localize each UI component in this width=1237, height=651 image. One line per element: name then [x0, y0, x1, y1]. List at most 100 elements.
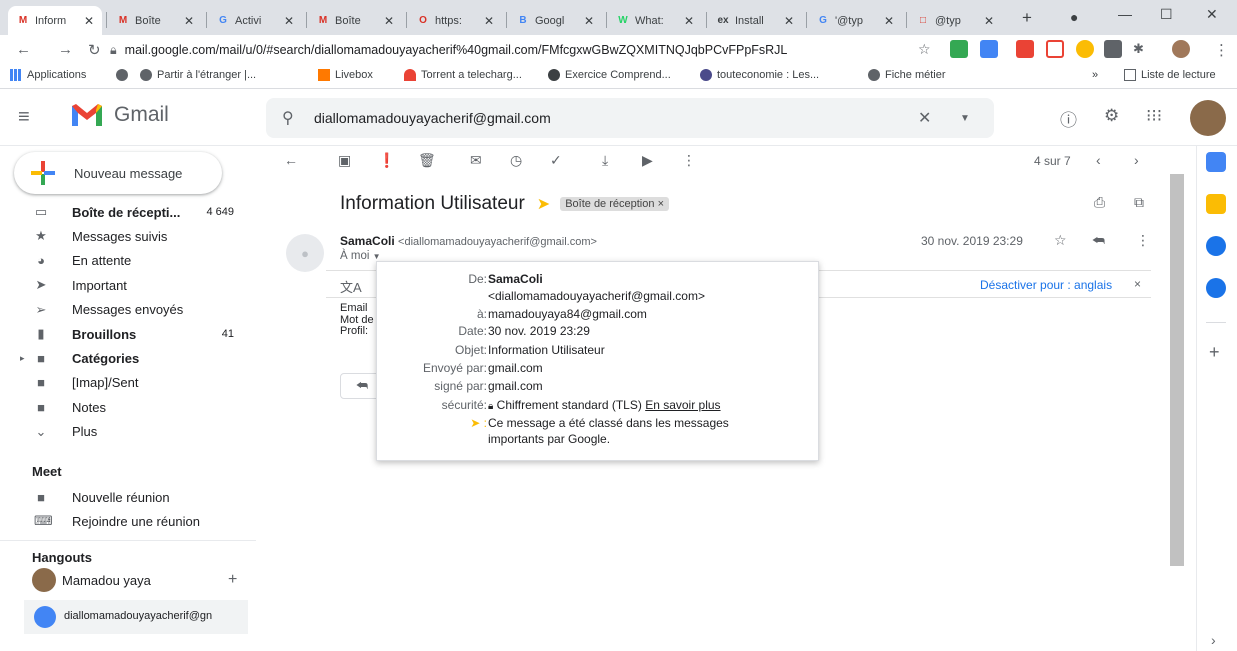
close-tab-icon[interactable]: ✕ — [184, 14, 194, 28]
sidebar-item[interactable]: ■ [Imap]/Sent — [0, 371, 256, 395]
browser-tab[interactable]: ex Install ✕ — [708, 6, 802, 35]
meet-new-meeting[interactable]: ■ Nouvelle réunion — [0, 485, 256, 509]
close-translate-icon[interactable]: × — [1134, 277, 1141, 291]
help-icon[interactable]: ⓘ — [1060, 106, 1077, 131]
sidebar-item[interactable]: ◕ En attente — [0, 249, 256, 273]
minimize-button[interactable]: — — [1118, 6, 1132, 22]
compose-button[interactable]: Nouveau message — [14, 152, 222, 194]
close-tab-icon[interactable]: ✕ — [84, 14, 94, 28]
reading-list-button[interactable]: Liste de lecture — [1124, 69, 1216, 81]
snooze-icon[interactable]: ◷ — [510, 152, 522, 169]
browser-tab[interactable]: M Inform ✕ — [8, 6, 102, 35]
search-options-icon[interactable]: ▼ — [960, 113, 970, 124]
browser-tab[interactable]: Ohttps: ✕ — [408, 6, 502, 35]
close-tab-icon[interactable]: ✕ — [484, 14, 494, 28]
bookmark-globe[interactable] — [116, 69, 133, 81]
bookmark-partir[interactable]: Partir à l'étranger |... — [140, 69, 256, 81]
back-to-list-icon[interactable]: ← — [284, 152, 298, 168]
labels-icon[interactable]: ▶ — [642, 152, 653, 169]
close-tab-icon[interactable]: ✕ — [884, 14, 894, 28]
scrollbar[interactable] — [1170, 174, 1184, 566]
extension-icon[interactable] — [1104, 40, 1122, 58]
bookmark-fiche-metier[interactable]: Fiche métier — [868, 69, 946, 81]
sidebar-item[interactable]: ▮ Brouillons 41 — [0, 322, 256, 346]
bookmarks-more-button[interactable]: » — [1092, 69, 1098, 81]
gmail-logo[interactable]: Gmail — [70, 102, 169, 128]
clear-search-icon[interactable]: ✕ — [918, 108, 931, 128]
sidebar-item[interactable]: ★ Messages suivis — [0, 224, 256, 248]
browser-tab[interactable]: W What: ✕ — [608, 6, 702, 35]
extension-icon[interactable] — [950, 40, 968, 58]
new-tab-button[interactable]: + — [1022, 8, 1032, 28]
move-to-icon[interactable]: ⤓ — [602, 152, 608, 169]
browser-tab[interactable]: □ @typ ✕ — [908, 6, 1002, 35]
sidebar-item[interactable]: ■ Notes — [0, 395, 256, 419]
browser-menu-icon[interactable]: ⋮ — [1214, 41, 1229, 59]
newer-icon[interactable]: ‹ — [1096, 152, 1101, 168]
more-options-icon[interactable]: ⋮ — [682, 152, 696, 169]
to-me-toggle[interactable]: À moi ▼ — [340, 250, 381, 262]
star-icon[interactable]: ☆ — [1054, 232, 1067, 249]
browser-tab[interactable]: M Boîte ✕ — [308, 6, 402, 35]
extension-icon[interactable] — [1046, 40, 1064, 58]
close-tab-icon[interactable]: ✕ — [384, 14, 394, 28]
reload-icon[interactable]: ↻ — [88, 41, 101, 59]
apps-grid-icon[interactable]: ⁝⁝⁝ — [1146, 106, 1162, 126]
learn-more-link[interactable]: En savoir plus — [645, 398, 720, 412]
translate-icon[interactable]: 文A — [340, 277, 362, 296]
close-window-button[interactable]: ✕ — [1206, 6, 1218, 23]
close-tab-icon[interactable]: ✕ — [584, 14, 594, 28]
expand-panel-icon[interactable]: › — [1211, 632, 1216, 648]
url-field[interactable]: 🔒︎ mail.google.com/mail/u/0/#search/dial… — [110, 38, 910, 62]
important-marker-icon[interactable]: ➤ — [537, 194, 550, 214]
report-spam-icon[interactable]: ❗ — [378, 152, 395, 169]
browser-tab[interactable]: M Boîte ✕ — [108, 6, 202, 35]
delete-icon[interactable]: 🗑︎ — [418, 152, 436, 169]
expand-arrow-icon[interactable]: ▸ — [20, 353, 25, 364]
older-icon[interactable]: › — [1134, 152, 1139, 168]
settings-gear-icon[interactable]: ⚙ — [1104, 106, 1119, 126]
search-bar[interactable]: ⚲ diallomamadouyayacherif@gmail.com ✕ ▼ — [266, 98, 994, 138]
maximize-button[interactable]: ☐ — [1160, 6, 1173, 23]
extension-icon[interactable] — [980, 40, 998, 58]
open-new-window-icon[interactable]: ⧉ — [1134, 194, 1144, 211]
search-icon[interactable]: ⚲ — [282, 108, 294, 128]
close-tab-icon[interactable]: ✕ — [784, 14, 794, 28]
label-chip[interactable]: Boîte de réception × — [560, 197, 669, 211]
add-to-tasks-icon[interactable]: ✓ — [550, 152, 562, 169]
sidebar-item[interactable]: ⌄ Plus — [0, 420, 256, 444]
bookmark-livebox[interactable]: Livebox — [318, 69, 373, 81]
browser-tab[interactable]: G '@typ ✕ — [808, 6, 902, 35]
sidebar-item[interactable]: ➢ Messages envoyés — [0, 298, 256, 322]
browser-tab[interactable]: G Activi ✕ — [208, 6, 302, 35]
avatar[interactable] — [1172, 40, 1190, 58]
remove-label-icon[interactable]: × — [658, 198, 664, 210]
print-icon[interactable]: ⎙ — [1094, 194, 1105, 211]
bookmark-torrent[interactable]: Torrent a telecharg... — [404, 69, 522, 81]
sidebar-item[interactable]: ▭ Boîte de récepti... 4 649 — [0, 200, 256, 224]
keep-icon[interactable] — [1206, 194, 1226, 214]
bookmark-applications[interactable]: Applications — [10, 69, 86, 81]
sidebar-item[interactable]: ▸ ■ Catégories — [0, 346, 256, 370]
bookmark-exercice[interactable]: Exercice Comprend... — [548, 69, 671, 81]
extension-icon[interactable] — [1076, 40, 1094, 58]
add-contact-icon[interactable]: + — [228, 571, 237, 589]
message-more-icon[interactable]: ⋮ — [1136, 232, 1150, 249]
profile-icon[interactable]: ● — [1070, 9, 1078, 25]
close-tab-icon[interactable]: ✕ — [984, 14, 994, 28]
account-avatar[interactable] — [1190, 100, 1226, 136]
close-tab-icon[interactable]: ✕ — [284, 14, 294, 28]
search-input[interactable]: diallomamadouyayacherif@gmail.com — [314, 110, 551, 126]
close-tab-icon[interactable]: ✕ — [684, 14, 694, 28]
forward-icon[interactable]: → — [58, 41, 73, 58]
mark-unread-icon[interactable]: ✉ — [470, 152, 482, 169]
hangouts-contact[interactable]: diallomamadouyayacherif@gn — [24, 600, 248, 634]
sidebar-item[interactable]: ➤ Important — [0, 273, 256, 297]
extension-icon[interactable] — [1016, 40, 1034, 58]
reply-icon[interactable]: ⮪ — [1092, 232, 1105, 249]
puzzle-icon[interactable]: ✱ — [1133, 41, 1144, 57]
back-icon[interactable]: ← — [16, 41, 31, 58]
meet-join-meeting[interactable]: ⌨ Rejoindre une réunion — [0, 509, 256, 533]
hangouts-user[interactable]: Mamadou yaya + — [0, 568, 256, 592]
bookmark-star-icon[interactable]: ☆ — [918, 41, 931, 58]
